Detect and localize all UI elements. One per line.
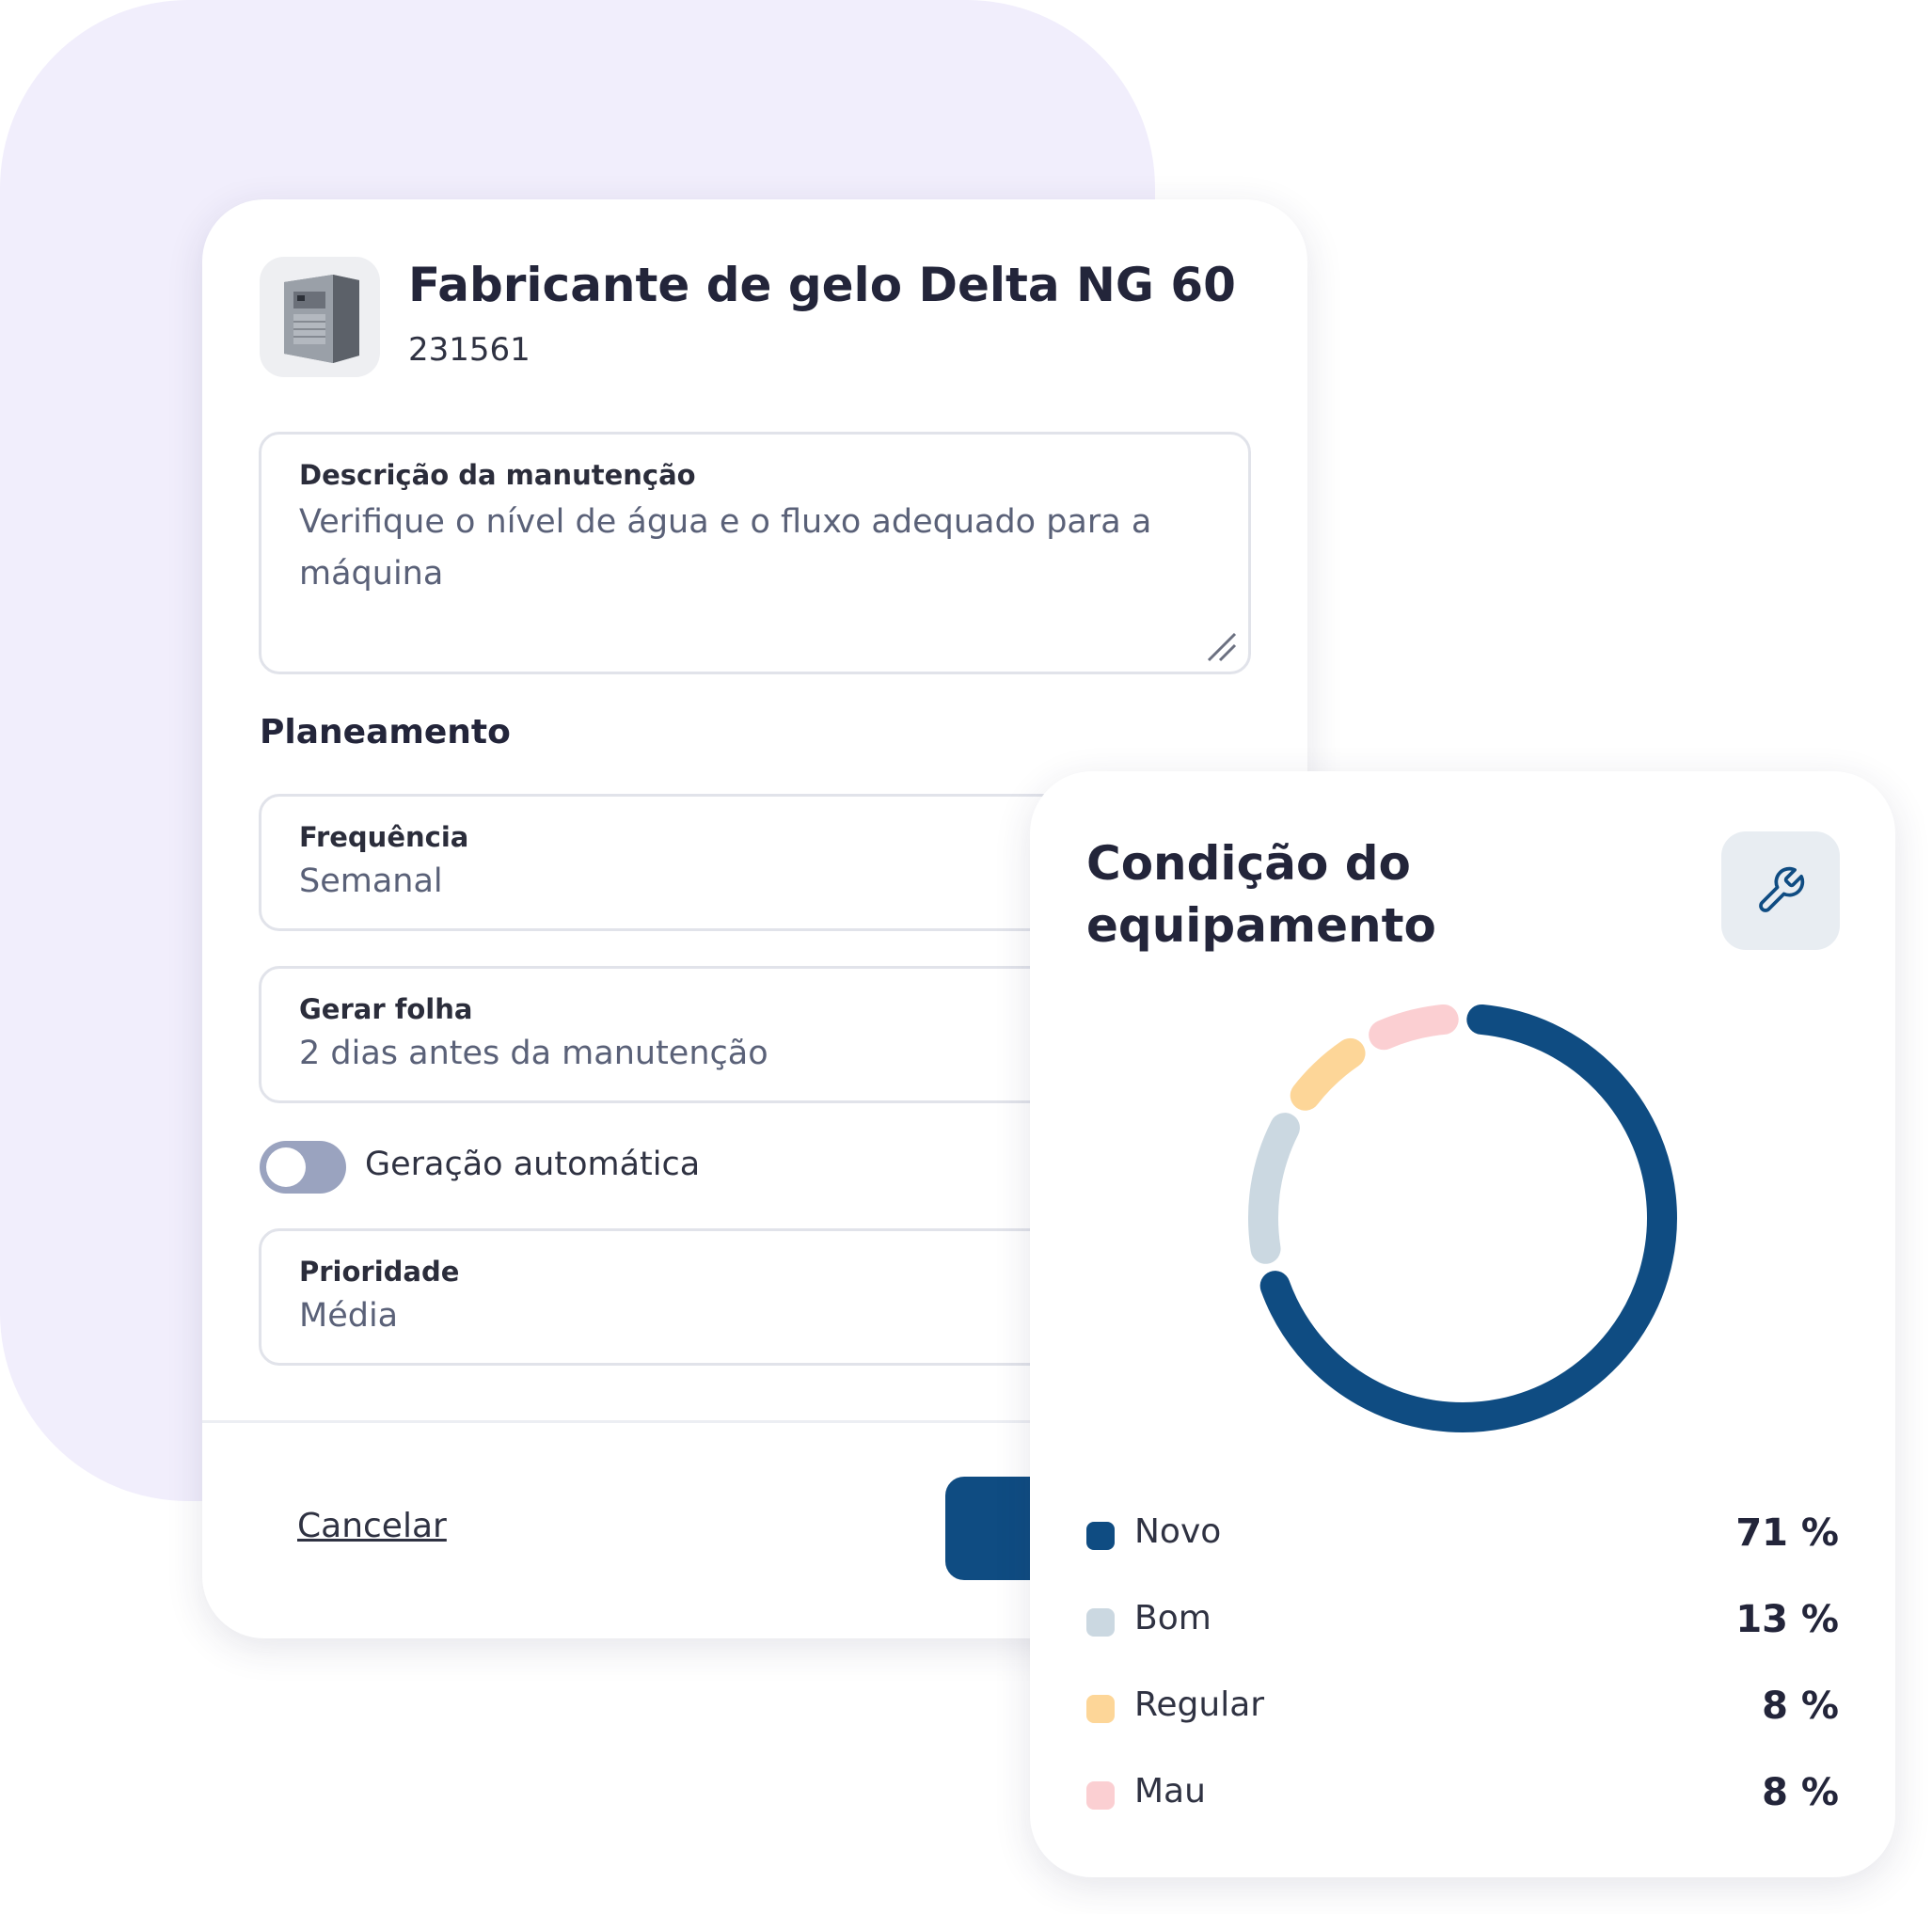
auto-generation-toggle[interactable] <box>260 1141 346 1194</box>
legend-percent: 8 % <box>1762 1771 1839 1814</box>
wrench-icon <box>1759 866 1805 912</box>
donut-segment-bom <box>1248 1113 1300 1264</box>
toggle-knob <box>266 1147 306 1187</box>
legend-item-regular: Regular 8 % <box>1086 1683 1839 1730</box>
planning-section-title: Planeamento <box>260 713 511 751</box>
resize-handle-icon[interactable] <box>1205 630 1237 662</box>
auto-generation-label: Geração automática <box>365 1146 701 1183</box>
generate-sheet-value: 2 dias antes da manutenção <box>299 1035 768 1072</box>
tool-button[interactable] <box>1721 831 1840 950</box>
asset-id: 231561 <box>408 331 531 369</box>
frequency-value: Semanal <box>299 862 443 900</box>
priority-value: Média <box>299 1297 399 1335</box>
description-label: Descrição da manutenção <box>299 459 696 491</box>
legend-swatch <box>1086 1695 1115 1723</box>
legend-name: Regular <box>1134 1685 1265 1724</box>
legend-item-novo: Novo 71 % <box>1086 1510 1839 1557</box>
legend-swatch <box>1086 1781 1115 1810</box>
asset-thumbnail <box>260 257 380 377</box>
equipment-condition-card: Condição do equipamento Novo 71 % Bom 13 % R… <box>1030 771 1895 1877</box>
legend-swatch <box>1086 1522 1115 1550</box>
asset-title: Fabricante de gelo Delta NG 60 <box>408 258 1236 312</box>
condition-donut-chart <box>1248 1004 1677 1432</box>
legend-name: Bom <box>1134 1599 1211 1637</box>
legend-percent: 13 % <box>1735 1598 1839 1641</box>
legend-percent: 8 % <box>1762 1685 1839 1728</box>
ice-machine-icon <box>284 275 359 363</box>
legend-swatch <box>1086 1608 1115 1637</box>
legend-name: Novo <box>1134 1512 1222 1551</box>
priority-label: Prioridade <box>299 1256 460 1288</box>
legend-name: Mau <box>1134 1772 1206 1811</box>
description-value[interactable]: Verifique o nível de água e o fluxo adeq… <box>299 497 1174 600</box>
cancel-link[interactable]: Cancelar <box>297 1507 447 1545</box>
generate-sheet-label: Gerar folha <box>299 993 473 1025</box>
donut-segment-mau <box>1369 1004 1459 1051</box>
legend-percent: 71 % <box>1735 1511 1839 1555</box>
description-field[interactable]: Descrição da manutenção Verifique o níve… <box>259 432 1251 674</box>
donut-segment-regular <box>1290 1037 1366 1111</box>
condition-title: Condição do equipamento <box>1086 836 1436 953</box>
legend-item-mau: Mau 8 % <box>1086 1769 1839 1816</box>
legend-item-bom: Bom 13 % <box>1086 1596 1839 1643</box>
frequency-label: Frequência <box>299 821 469 853</box>
